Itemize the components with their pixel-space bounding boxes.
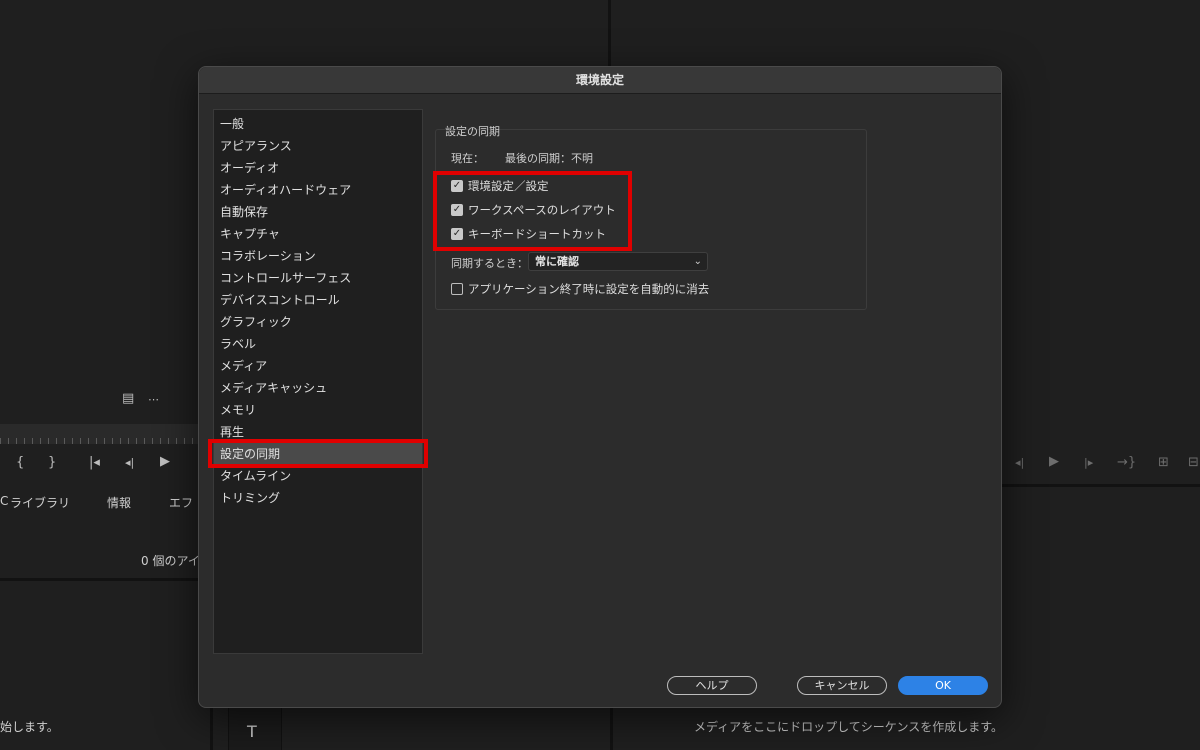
time-ruler[interactable] <box>0 424 200 444</box>
help-button[interactable]: ヘルプ <box>667 676 757 695</box>
sync-when-label: 同期するとき： <box>451 257 528 270</box>
sidebar-item-memory[interactable]: メモリ <box>214 399 422 421</box>
sidebar-item-media-cache[interactable]: メディアキャッシュ <box>214 377 422 399</box>
mark-in-icon[interactable]: { <box>16 455 24 470</box>
sidebar-item-device-control[interactable]: デバイスコントロール <box>214 289 422 311</box>
options-highlight-box <box>433 171 632 251</box>
sidebar-item-audio-hardware[interactable]: オーディオハードウェア <box>214 179 422 201</box>
go-to-in-icon[interactable]: |◂ <box>89 455 100 470</box>
go-to-out-icon[interactable]: →} <box>1117 455 1136 470</box>
sidebar-item-collaboration[interactable]: コラボレーション <box>214 245 422 267</box>
sidebar-item-timeline[interactable]: タイムライン <box>214 465 422 487</box>
overwrite-icon[interactable]: ⊟ <box>1188 455 1199 470</box>
last-sync-status: 最後の同期：不明 <box>505 152 593 165</box>
checkbox-unchecked-icon[interactable] <box>451 283 463 295</box>
group-title: 設定の同期 <box>445 125 500 138</box>
tab-info[interactable]: 情報 <box>107 494 131 511</box>
tab-effects[interactable]: エフ <box>169 494 193 511</box>
mark-out-icon[interactable]: } <box>48 455 56 470</box>
left-hint-text: 始します。 <box>0 720 59 734</box>
panel-divider <box>610 708 613 750</box>
clear-on-quit-option[interactable]: アプリケーション終了時に設定を自動的に消去 <box>451 281 709 297</box>
panel-divider <box>210 708 213 750</box>
preferences-dialog: 環境設定 一般 アピアランス オーディオ オーディオハードウェア 自動保存 キャ… <box>198 66 1002 708</box>
panel-tab-prefix: C <box>0 494 9 508</box>
panel-divider <box>0 578 198 581</box>
preferences-sidebar: 一般 アピアランス オーディオ オーディオハードウェア 自動保存 キャプチャ コ… <box>213 109 423 654</box>
sidebar-item-capture[interactable]: キャプチャ <box>214 223 422 245</box>
cancel-button[interactable]: キャンセル <box>797 676 887 695</box>
sidebar-item-labels[interactable]: ラベル <box>214 333 422 355</box>
sidebar-highlight-box <box>208 439 428 468</box>
type-tool-icon[interactable]: T <box>247 722 257 741</box>
step-forward-icon[interactable]: |▸ <box>1084 456 1093 469</box>
step-back-icon[interactable]: ◂| <box>125 456 134 469</box>
sidebar-item-audio[interactable]: オーディオ <box>214 157 422 179</box>
panel-divider <box>1002 484 1200 487</box>
drop-hint-text: メディアをここにドロップしてシーケンスを作成します。 <box>694 720 1004 734</box>
sync-when-value: 常に確認 <box>535 255 579 268</box>
sidebar-item-graphics[interactable]: グラフィック <box>214 311 422 333</box>
waveform-icon[interactable]: ⋯ <box>148 393 159 406</box>
sidebar-item-control-surface[interactable]: コントロールサーフェス <box>214 267 422 289</box>
ok-button[interactable]: OK <box>898 676 988 695</box>
tab-libraries[interactable]: ライブラリ <box>10 494 70 511</box>
chevron-down-icon: ⌄ <box>693 256 702 267</box>
sidebar-item-media[interactable]: メディア <box>214 355 422 377</box>
sidebar-item-general[interactable]: 一般 <box>214 113 422 135</box>
sidebar-item-appearance[interactable]: アピアランス <box>214 135 422 157</box>
sidebar-item-trim[interactable]: トリミング <box>214 487 422 509</box>
option-label: アプリケーション終了時に設定を自動的に消去 <box>468 282 710 296</box>
tools-panel: T <box>228 708 282 750</box>
insert-icon[interactable]: ⊞ <box>1158 455 1169 470</box>
step-back-icon[interactable]: ◂| <box>1015 456 1024 469</box>
sidebar-item-auto-save[interactable]: 自動保存 <box>214 201 422 223</box>
current-label: 現在： <box>451 152 484 165</box>
play-icon[interactable]: ▶ <box>1049 454 1059 469</box>
dialog-title: 環境設定 <box>199 67 1001 94</box>
sync-when-dropdown[interactable]: 常に確認 ⌄ <box>528 252 708 271</box>
panel-divider <box>608 0 611 66</box>
play-icon[interactable]: ▶ <box>160 454 170 469</box>
film-icon[interactable]: ▤ <box>122 391 134 406</box>
